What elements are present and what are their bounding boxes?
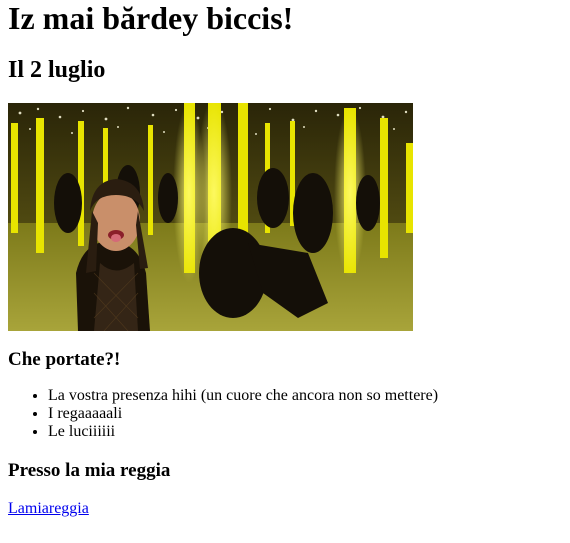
bring-list: La vostra presenza hihi (un cuore che an… (8, 387, 562, 441)
location-heading: Presso la mia reggia (8, 460, 171, 481)
location-link-wrap: Lamiareggia (8, 500, 562, 518)
location-link[interactable]: Lamiareggia (8, 500, 89, 517)
page: Iz mai bărdey biccis! Il 2 luglio Che po… (0, 0, 570, 518)
party-photo (8, 103, 413, 331)
list-item: Le luciiiiii (48, 423, 562, 441)
date-heading: Il 2 luglio (8, 57, 106, 83)
list-item: I regaaaaali (48, 405, 562, 423)
bring-heading: Che portate?! (8, 349, 121, 370)
page-title: Iz mai bărdey biccis! (8, 0, 294, 36)
list-item: La vostra presenza hihi (un cuore che an… (48, 387, 562, 405)
